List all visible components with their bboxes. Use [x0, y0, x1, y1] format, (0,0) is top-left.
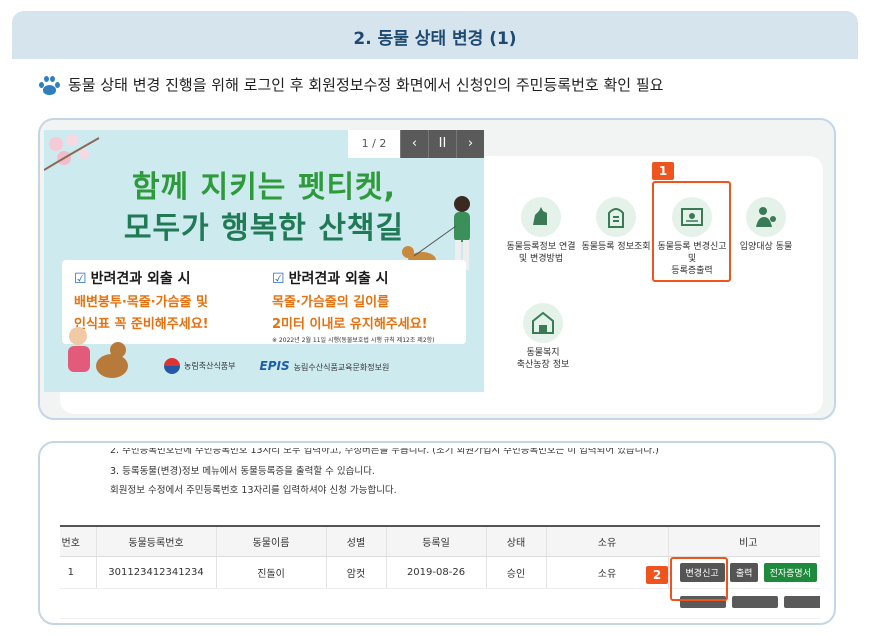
table-header-row: 번호 동물등록번호 동물이름 성별 등록일 상태 소유 비고	[60, 525, 820, 557]
e-certificate-button[interactable]: 전자증명서	[763, 562, 817, 582]
col-header-owner: 소유	[545, 525, 668, 557]
barn-icon	[523, 303, 563, 343]
col-header-reg-no: 동물등록번호	[95, 525, 216, 557]
tombstone-icon	[596, 197, 636, 237]
cell-status: 승인	[485, 556, 546, 589]
highlight-box-1	[652, 181, 731, 282]
col-header-note: 비고	[667, 525, 820, 557]
epis-logo: EPIS 농림수산식품교육문화정보원	[259, 359, 390, 373]
cell-date: 2019-08-26	[385, 556, 486, 589]
person-with-pet-icon	[746, 197, 786, 237]
step-badge-2: 2	[646, 566, 668, 584]
section-title: 2. 동물 상태 변경 (1)	[353, 29, 517, 49]
print-button[interactable]: 출력	[729, 562, 759, 582]
taegeuk-icon	[164, 358, 180, 374]
banner-pager: 1 / 2 ‹ II ›	[348, 130, 484, 158]
govt-logo: 농림축산식품부	[164, 358, 236, 374]
info-line-2: 회원정보 수정에서 주민등록번호 13자리를 입력하셔야 신청 가능합니다.	[110, 485, 397, 496]
banner-logos: 농림축산식품부 EPIS 농림수산식품교육문화정보원	[164, 358, 389, 374]
menu-animal-lookup[interactable]: 동물등록 정보조회	[580, 197, 652, 253]
notice-text: 동물 상태 변경 진행을 위해 로그인 후 회원정보수정 화면에서 신청인의 주…	[68, 76, 664, 94]
person-with-dog-illustration	[68, 327, 128, 378]
checkbox-icon: ☑	[272, 271, 285, 287]
info-line-1: 3. 등록동물(변경)정보 메뉴에서 동물등록증을 출력할 수 있습니다.	[110, 466, 375, 477]
cell-name: 진돌이	[215, 556, 326, 589]
banner-next-button[interactable]: ›	[456, 130, 484, 158]
step-badge-1: 1	[652, 162, 674, 180]
dog-icon	[521, 197, 561, 237]
banner-col-right: ☑ 반려견과 외출 시 목줄·가슴줄의 길이를 2미터 이내로 유지해주세요! ※…	[272, 271, 435, 344]
col-header-status: 상태	[485, 525, 546, 557]
cell-no: 1	[60, 556, 96, 589]
col-header-date: 등록일	[385, 525, 486, 557]
banner-page-count: 1 / 2	[348, 130, 400, 158]
checkbox-icon: ☑	[74, 271, 87, 287]
menu-welfare-farm[interactable]: 동물복지 축산농장 정보	[505, 303, 581, 371]
banner-prev-button[interactable]: ‹	[400, 130, 428, 158]
promo-banner[interactable]: 1 / 2 ‹ II › 함께 지키는 펫티켓, 모두가 행복한 산책길 ☑ 반려…	[44, 130, 484, 392]
cell-sex: 암컷	[325, 556, 386, 589]
notice: 동물 상태 변경 진행을 위해 로그인 후 회원정보수정 화면에서 신청인의 주…	[38, 74, 663, 95]
col-header-name: 동물이름	[215, 525, 326, 557]
cell-reg-no: 301123412341234	[95, 556, 216, 589]
paw-icon	[38, 75, 60, 95]
col-header-no: 번호	[60, 525, 96, 557]
banner-pause-button[interactable]: II	[428, 130, 456, 158]
col-header-sex: 성별	[325, 525, 386, 557]
info-line-0: 2. 주민등록번호란에 주민등록번호 13자리 모두 입력하고, 수정버튼을 누…	[110, 448, 659, 456]
menu-adoption[interactable]: 입양대상 동물	[730, 197, 802, 253]
section-header: 2. 동물 상태 변경 (1)	[12, 11, 858, 59]
menu-animal-link[interactable]: 동물등록정보 연결 및 변경방법	[503, 197, 579, 265]
highlight-box-2	[670, 557, 728, 601]
